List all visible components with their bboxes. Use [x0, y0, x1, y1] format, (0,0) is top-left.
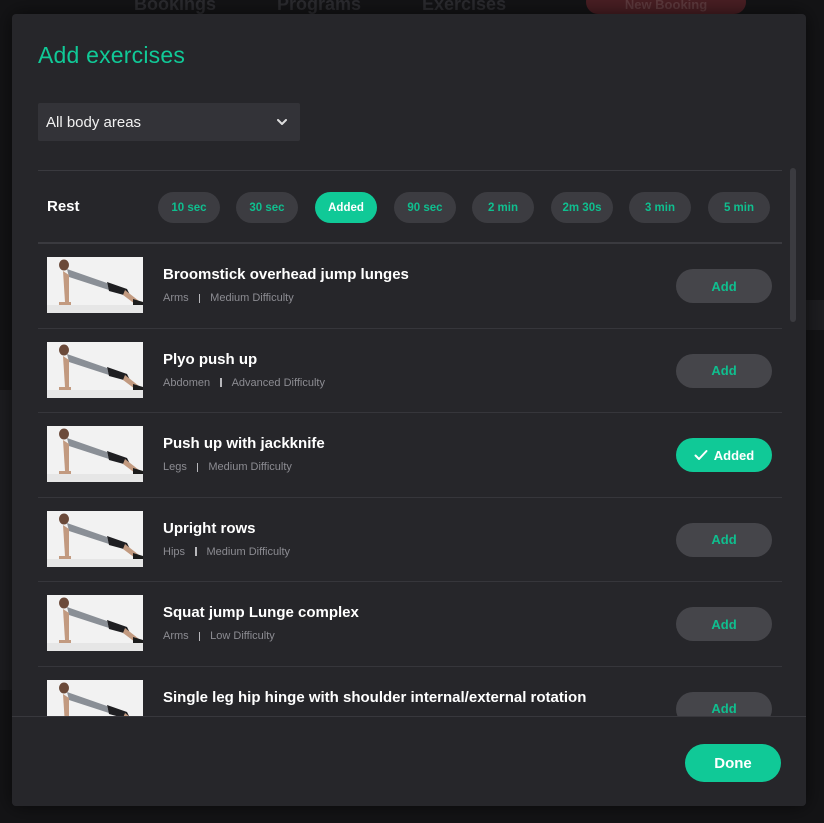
body-area-select-value: All body areas — [46, 113, 142, 131]
exercise-row: Push up with jackknife Legs Medium Diffic… — [38, 413, 782, 498]
exercise-row: Plyo push up Abdomen Advanced Difficulty … — [38, 329, 782, 413]
exercise-meta: Hips Medium Difficulty — [163, 546, 290, 558]
background-strip-right — [806, 300, 824, 330]
exercise-row: Single leg hip hinge with shoulder inter… — [38, 667, 782, 717]
add-exercise-button[interactable]: Add — [676, 691, 772, 717]
rest-option-90-sec[interactable]: 90 sec — [394, 192, 456, 223]
exercise-meta: Arms Low Difficulty — [163, 630, 275, 642]
bg-new-booking-button: New Booking — [586, 0, 746, 14]
add-exercises-modal: Add exercises All body areas Rest 10 sec… — [12, 14, 806, 806]
exercise-difficulty: Advanced Difficulty — [231, 376, 325, 389]
rest-option-3-min[interactable]: 3 min — [629, 192, 691, 223]
bg-nav-programs: Programs — [277, 0, 362, 14]
rest-option-10-sec[interactable]: 10 sec — [158, 192, 220, 223]
exercise-thumbnail — [47, 257, 143, 313]
exercise-thumbnail — [47, 426, 143, 482]
exercise-difficulty: Medium Difficulty — [206, 545, 291, 558]
background-nav: Bookings Programs Exercises New Booking — [0, 0, 824, 14]
exercise-name: Push up with jackknife — [163, 435, 325, 452]
body-area-select[interactable]: All body areas — [38, 103, 300, 141]
exercise-area: Arms — [163, 292, 189, 304]
exercise-thumbnail — [47, 679, 143, 717]
exercise-name: Plyo push up — [163, 350, 258, 368]
add-exercise-button[interactable]: Add — [676, 353, 772, 388]
exercise-name: Upright rows — [163, 519, 256, 537]
exercise-meta: Abdomen Advanced Difficulty — [163, 377, 325, 389]
exercise-thumbnail — [47, 595, 143, 651]
exercise-area: Abdomen — [163, 376, 211, 389]
exercise-list[interactable]: Rest 10 sec 30 sec Added 90 sec 2 min 2m… — [38, 170, 782, 717]
exercise-name: Broomstick overhead jump lunges — [163, 266, 409, 283]
exercise-difficulty: Low Difficulty — [210, 630, 275, 642]
rest-row: Rest 10 sec 30 sec Added 90 sec 2 min 2m… — [38, 170, 782, 244]
exercise-difficulty: Medium Difficulty — [208, 461, 292, 473]
rest-option-2m-30s[interactable]: 2m 30s — [551, 192, 613, 223]
exercise-meta: Arms Medium Difficulty — [163, 292, 294, 304]
add-button-label: Add — [711, 363, 737, 378]
background-strip-left — [0, 390, 12, 690]
list-scrollbar[interactable] — [790, 168, 796, 718]
add-button-label: Add — [711, 532, 737, 547]
meta-separator — [198, 631, 201, 641]
exercise-thumbnail — [47, 341, 143, 398]
rest-option-30-sec[interactable]: 30 sec — [236, 192, 298, 223]
rest-option-5-min[interactable]: 5 min — [708, 192, 770, 223]
add-exercise-button[interactable]: Add — [676, 522, 772, 557]
added-button-label: Added — [713, 447, 755, 463]
exercise-area: Legs — [163, 461, 187, 473]
bg-nav-exercises: Exercises — [422, 0, 507, 14]
rest-option-2-min[interactable]: 2 min — [472, 192, 534, 223]
add-button-label: Add — [711, 616, 737, 632]
add-button-label: Add — [711, 701, 737, 716]
list-scrollbar-thumb[interactable] — [790, 168, 796, 322]
chevron-down-icon — [276, 116, 288, 128]
exercise-name: Squat jump Lunge complex — [163, 604, 359, 621]
exercise-row: Broomstick overhead jump lunges Arms Medi… — [38, 244, 782, 329]
exercise-row: Upright rows Hips Medium Difficulty Add — [38, 498, 782, 582]
add-exercise-button[interactable]: Add — [676, 607, 772, 641]
rest-option-added[interactable]: Added — [315, 192, 377, 223]
modal-title: Add exercises — [38, 42, 186, 68]
check-icon — [694, 449, 708, 461]
exercise-thumbnail — [47, 510, 143, 567]
done-button[interactable]: Done — [685, 744, 781, 782]
exercise-difficulty: Medium Difficulty — [210, 292, 294, 304]
add-button-label: Add — [711, 278, 737, 294]
add-exercise-button[interactable]: Add — [676, 269, 772, 303]
bg-nav-bookings: Bookings — [134, 0, 217, 14]
added-exercise-button[interactable]: Added — [676, 438, 772, 472]
exercise-row: Squat jump Lunge complex Arms Low Difficu… — [38, 582, 782, 667]
exercise-name: Single leg hip hinge with shoulder inter… — [163, 688, 587, 706]
rest-label: Rest — [47, 198, 80, 215]
exercise-area: Arms — [163, 630, 189, 642]
meta-separator — [220, 378, 222, 387]
modal-footer: Done — [12, 716, 806, 806]
meta-separator — [196, 462, 199, 472]
meta-separator — [198, 293, 201, 303]
meta-separator — [195, 547, 197, 556]
exercise-meta: Legs Medium Difficulty — [163, 461, 292, 473]
exercise-area: Hips — [163, 545, 186, 558]
